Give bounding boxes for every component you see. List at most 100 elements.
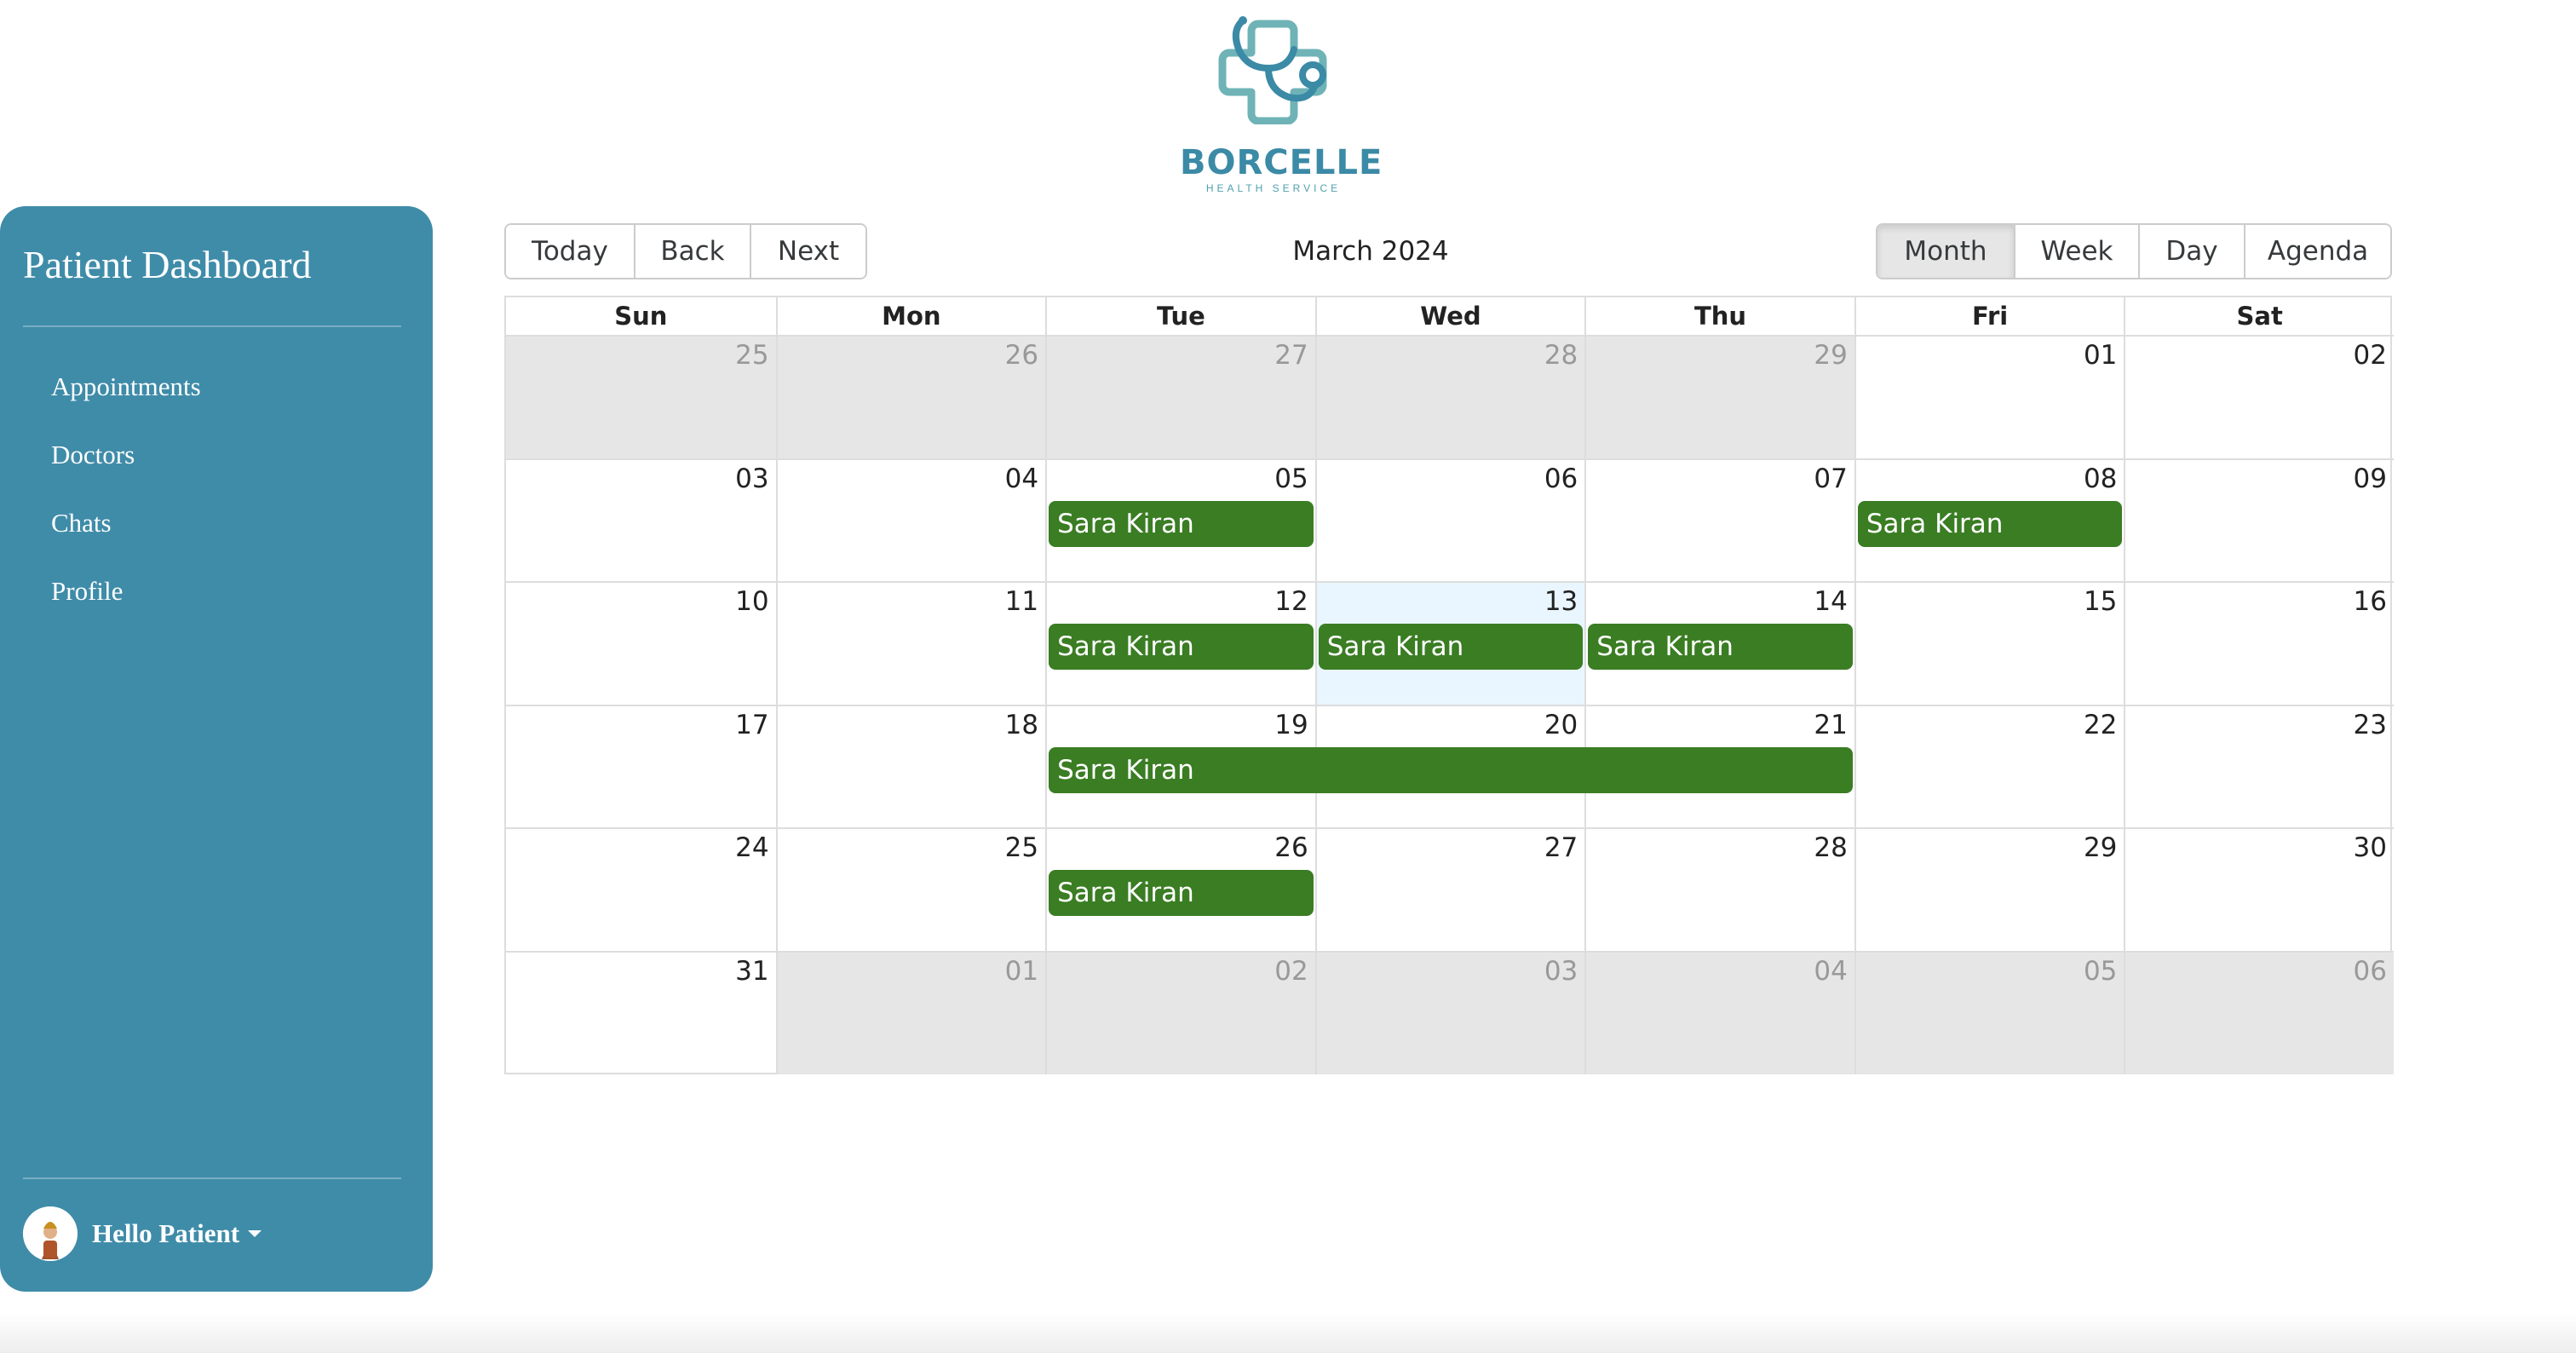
date-number[interactable]: 10 xyxy=(735,586,768,617)
date-number[interactable]: 03 xyxy=(735,463,768,494)
appointment-event[interactable]: Sara Kiran xyxy=(1318,624,1584,671)
appointment-event[interactable]: Sara Kiran xyxy=(1588,624,1853,671)
day-cell[interactable]: 06 xyxy=(2124,951,2394,1074)
weekday-header: Sun Mon Tue Wed Thu Fri Sat xyxy=(506,297,2390,337)
sidebar-nav: Appointments Doctors Chats Profile xyxy=(51,370,201,642)
day-cell[interactable]: 04 xyxy=(775,458,1046,582)
day-cell[interactable]: 06 xyxy=(1314,458,1585,582)
day-cell[interactable]: 04 xyxy=(1584,951,1854,1074)
date-number[interactable]: 30 xyxy=(2354,832,2387,863)
day-cell[interactable]: 31 xyxy=(506,951,776,1074)
sidebar-item-profile[interactable]: Profile xyxy=(51,574,201,642)
date-number[interactable]: 08 xyxy=(2084,463,2117,494)
date-number[interactable]: 05 xyxy=(1274,463,1308,494)
date-number[interactable]: 09 xyxy=(2354,463,2387,494)
date-number[interactable]: 20 xyxy=(1544,710,1578,740)
day-cell[interactable]: 02 xyxy=(1045,951,1315,1074)
day-cell[interactable]: 03 xyxy=(1314,951,1585,1074)
date-number[interactable]: 13 xyxy=(1544,586,1578,617)
next-button[interactable]: Next xyxy=(751,225,865,278)
date-number[interactable]: 02 xyxy=(2354,340,2387,371)
appointment-event[interactable]: Sara Kiran xyxy=(1857,500,2123,547)
day-cell[interactable]: 27 xyxy=(1314,827,1585,951)
appointment-event[interactable]: Sara Kiran xyxy=(1049,500,1314,547)
date-number[interactable]: 14 xyxy=(1814,586,1847,617)
date-number[interactable]: 06 xyxy=(2354,956,2387,987)
date-number[interactable]: 17 xyxy=(735,710,768,740)
view-agenda-button[interactable]: Agenda xyxy=(2245,225,2390,278)
view-week-button[interactable]: Week xyxy=(2015,225,2140,278)
date-number[interactable]: 28 xyxy=(1544,340,1578,371)
back-button[interactable]: Back xyxy=(635,225,751,278)
brand-logo: BORCELLE HEALTH SERVICE xyxy=(1180,15,1382,194)
date-number[interactable]: 29 xyxy=(1814,340,1847,371)
sidebar-item-chats[interactable]: Chats xyxy=(51,506,201,574)
date-number[interactable]: 07 xyxy=(1814,463,1847,494)
day-cell[interactable]: 03 xyxy=(506,458,776,582)
sidebar-item-doctors[interactable]: Doctors xyxy=(51,438,201,506)
day-cell[interactable]: 25 xyxy=(506,335,776,458)
day-cell[interactable]: 30 xyxy=(2124,827,2394,951)
date-number[interactable]: 21 xyxy=(1814,710,1847,740)
date-number[interactable]: 27 xyxy=(1274,340,1308,371)
window-bottom-shadow xyxy=(0,1312,2576,1353)
day-cell[interactable]: 11 xyxy=(775,581,1046,705)
date-number[interactable]: 16 xyxy=(2354,586,2387,617)
day-cell[interactable]: 29 xyxy=(1584,335,1854,458)
day-cell[interactable]: 22 xyxy=(1854,704,2125,828)
date-number[interactable]: 24 xyxy=(735,832,768,863)
day-cell[interactable]: 25 xyxy=(775,827,1046,951)
day-cell[interactable]: 09 xyxy=(2124,458,2394,582)
day-cell[interactable]: 18 xyxy=(775,704,1046,828)
calendar-nav-group: Today Back Next xyxy=(504,223,867,279)
date-number[interactable]: 05 xyxy=(2084,956,2117,987)
date-number[interactable]: 18 xyxy=(1005,710,1038,740)
day-cell[interactable]: 23 xyxy=(2124,704,2394,828)
day-cell[interactable]: 02 xyxy=(2124,335,2394,458)
date-number[interactable]: 03 xyxy=(1544,956,1578,987)
day-cell[interactable]: 15 xyxy=(1854,581,2125,705)
appointment-event[interactable]: Sara Kiran xyxy=(1049,746,1853,793)
day-cell[interactable]: 27 xyxy=(1045,335,1315,458)
date-number[interactable]: 04 xyxy=(1814,956,1847,987)
date-number[interactable]: 15 xyxy=(2084,586,2117,617)
view-month-button[interactable]: Month xyxy=(1877,225,2015,278)
day-cell[interactable]: 28 xyxy=(1314,335,1585,458)
date-number[interactable]: 23 xyxy=(2354,710,2387,740)
sidebar-item-appointments[interactable]: Appointments xyxy=(51,370,201,438)
day-cell[interactable]: 01 xyxy=(1854,335,2125,458)
day-cell[interactable]: 07 xyxy=(1584,458,1854,582)
date-number[interactable]: 26 xyxy=(1274,832,1308,863)
day-cell[interactable]: 01 xyxy=(775,951,1046,1074)
date-number[interactable]: 06 xyxy=(1544,463,1578,494)
date-number[interactable]: 01 xyxy=(2084,340,2117,371)
date-number[interactable]: 27 xyxy=(1544,832,1578,863)
view-day-button[interactable]: Day xyxy=(2140,225,2245,278)
calendar-month-label: March 2024 xyxy=(1292,236,1449,267)
day-cell[interactable]: 16 xyxy=(2124,581,2394,705)
day-cell[interactable]: 24 xyxy=(506,827,776,951)
date-number[interactable]: 19 xyxy=(1274,710,1308,740)
day-cell[interactable]: 26 xyxy=(775,335,1046,458)
day-cell[interactable]: 17 xyxy=(506,704,776,828)
appointment-event[interactable]: Sara Kiran xyxy=(1049,870,1314,917)
date-number[interactable]: 11 xyxy=(1005,586,1038,617)
day-cell[interactable]: 28 xyxy=(1584,827,1854,951)
date-number[interactable]: 25 xyxy=(1005,832,1038,863)
date-number[interactable]: 12 xyxy=(1274,586,1308,617)
date-number[interactable]: 04 xyxy=(1005,463,1038,494)
date-number[interactable]: 31 xyxy=(735,956,768,987)
day-cell[interactable]: 29 xyxy=(1854,827,2125,951)
appointment-event[interactable]: Sara Kiran xyxy=(1049,624,1314,671)
day-cell[interactable]: 05 xyxy=(1854,951,2125,1074)
date-number[interactable]: 25 xyxy=(735,340,768,371)
date-number[interactable]: 22 xyxy=(2084,710,2117,740)
date-number[interactable]: 01 xyxy=(1005,956,1038,987)
date-number[interactable]: 26 xyxy=(1005,340,1038,371)
user-menu[interactable]: Hello Patient xyxy=(23,1206,262,1261)
date-number[interactable]: 28 xyxy=(1814,832,1847,863)
today-button[interactable]: Today xyxy=(506,225,635,278)
date-number[interactable]: 02 xyxy=(1274,956,1308,987)
date-number[interactable]: 29 xyxy=(2084,832,2117,863)
day-cell[interactable]: 10 xyxy=(506,581,776,705)
